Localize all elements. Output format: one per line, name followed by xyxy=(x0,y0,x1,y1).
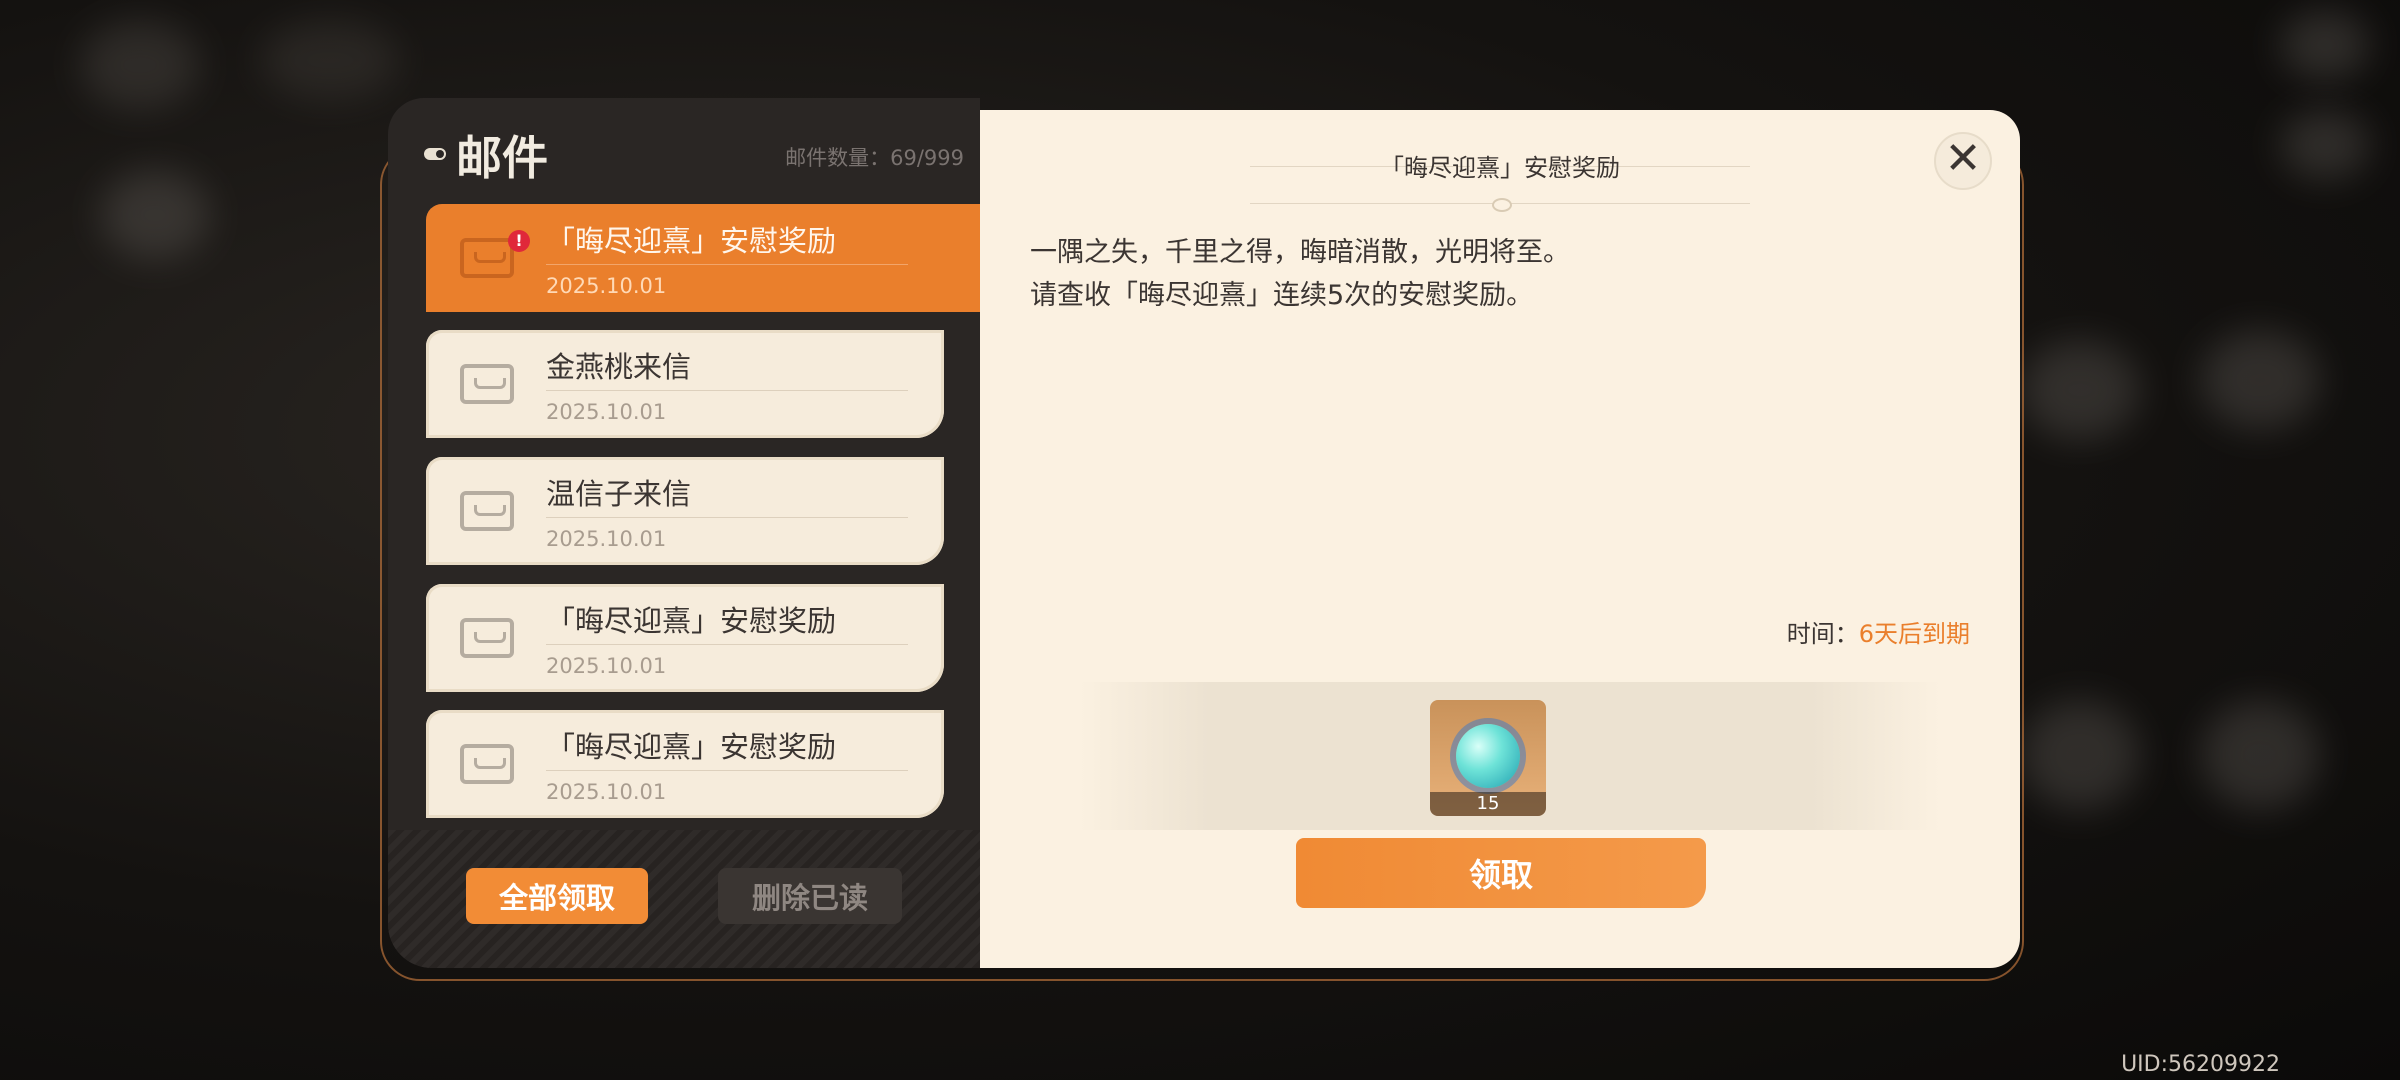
background-blob xyxy=(80,20,200,110)
mail-item-title: 温信子来信 xyxy=(546,477,692,511)
mail-list-item[interactable]: 温信子来信 2025.10.01 xyxy=(426,457,944,565)
background-blob xyxy=(2020,340,2140,440)
background-blob xyxy=(2200,700,2320,810)
mail-body-line: 请查收「晦尽迎熹」连续5次的安慰奖励。 xyxy=(1030,280,1534,311)
mailbox-icon xyxy=(460,618,514,658)
background-blob xyxy=(2280,110,2370,180)
mail-body-line: 一隅之失，千里之得，晦暗消散，光明将至。 xyxy=(1030,237,1570,268)
mailbox-icon xyxy=(460,364,514,404)
expire-row: 时间：6天后到期 xyxy=(1787,614,1970,649)
mail-count: 邮件数量：69/999 xyxy=(785,146,964,170)
mail-detail-title: 「晦尽迎熹」安慰奖励 xyxy=(1380,154,1620,182)
mail-item-title: 「晦尽迎熹」安慰奖励 xyxy=(546,604,837,638)
title-ornament xyxy=(1250,198,1750,212)
expire-value: 6天后到期 xyxy=(1858,620,1970,648)
divider xyxy=(546,390,908,391)
mail-item-date: 2025.10.01 xyxy=(546,274,667,298)
mail-list-item[interactable]: 「晦尽迎熹」安慰奖励 2025.10.01 xyxy=(426,584,944,692)
uid-label: UID:56209922 xyxy=(2121,1052,2280,1077)
orb-icon xyxy=(1456,724,1520,788)
mail-list-item[interactable]: ! 「晦尽迎熹」安慰奖励 2025.10.01 xyxy=(426,204,980,312)
mail-list[interactable]: ! 「晦尽迎熹」安慰奖励 2025.10.01 金燕桃来信 2025.10.01… xyxy=(426,204,980,828)
mail-list-panel: 邮件 邮件数量：69/999 ! 「晦尽迎熹」安慰奖励 2025.10.01 金… xyxy=(388,98,980,968)
background-blob xyxy=(2280,10,2370,80)
divider xyxy=(546,264,908,265)
mail-list-footer: 全部领取 删除已读 xyxy=(388,830,980,968)
claim-button[interactable]: 领取 xyxy=(1296,838,1706,908)
toggle-icon[interactable] xyxy=(424,148,446,160)
mail-header: 邮件 邮件数量：69/999 xyxy=(424,112,964,192)
mail-item-title: 金燕桃来信 xyxy=(546,350,692,384)
mail-list-item[interactable]: 「晦尽迎熹」安慰奖励 2025.10.01 xyxy=(426,710,944,818)
divider xyxy=(546,770,908,771)
mail-item-date: 2025.10.01 xyxy=(546,654,667,678)
divider xyxy=(546,644,908,645)
reward-item[interactable]: 15 xyxy=(1430,700,1546,816)
mailbox-icon xyxy=(460,744,514,784)
claim-button-label: 领取 xyxy=(1468,856,1533,894)
mailbox-icon xyxy=(460,491,514,531)
delete-read-button[interactable]: 删除已读 xyxy=(718,868,902,924)
mail-detail-panel: ✕ 「晦尽迎熹」安慰奖励 一隅之失，千里之得，晦暗消散，光明将至。 请查收「晦尽… xyxy=(980,110,2020,968)
unread-badge: ! xyxy=(508,230,530,252)
mail-item-title: 「晦尽迎熹」安慰奖励 xyxy=(546,224,837,258)
page-title: 邮件 xyxy=(456,131,548,185)
mail-list-item[interactable]: 金燕桃来信 2025.10.01 xyxy=(426,330,944,438)
mail-item-date: 2025.10.01 xyxy=(546,780,667,804)
mailbox-icon xyxy=(460,238,514,278)
background-blob xyxy=(100,170,210,260)
claim-all-button[interactable]: 全部领取 xyxy=(466,868,648,924)
background-blob xyxy=(2020,700,2140,810)
background-blob xyxy=(2200,330,2320,430)
background-blob xyxy=(260,20,400,100)
mail-item-date: 2025.10.01 xyxy=(546,527,667,551)
mail-item-date: 2025.10.01 xyxy=(546,400,667,424)
reward-quantity: 15 xyxy=(1430,792,1546,816)
mail-item-title: 「晦尽迎熹」安慰奖励 xyxy=(546,730,837,764)
expire-label: 时间： xyxy=(1786,620,1859,648)
divider xyxy=(546,517,908,518)
